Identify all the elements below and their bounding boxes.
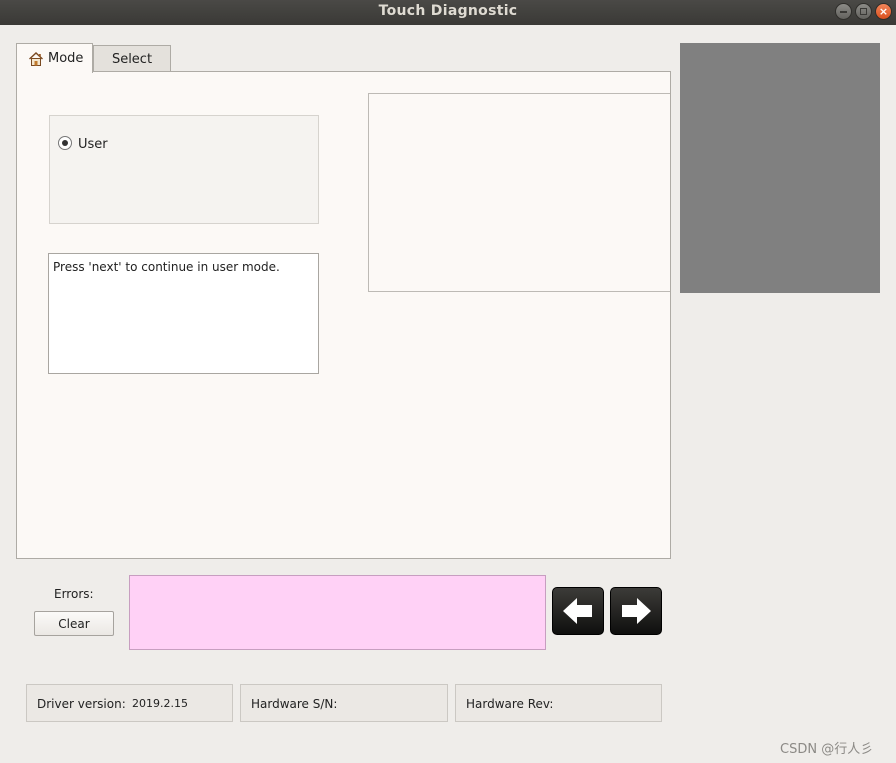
window-title: Touch Diagnostic — [378, 3, 518, 19]
back-button[interactable] — [552, 587, 604, 635]
radio-selected-dot — [62, 140, 68, 146]
arrow-left-icon — [563, 598, 592, 624]
hardware-rev-label: Hardware Rev: — [466, 697, 554, 711]
arrow-right-icon — [622, 598, 651, 624]
maximize-button[interactable] — [855, 3, 872, 20]
hardware-rev-box: Hardware Rev: — [455, 684, 662, 722]
clear-button[interactable]: Clear — [34, 611, 114, 636]
minimize-button[interactable] — [835, 3, 852, 20]
next-button[interactable] — [610, 587, 662, 635]
close-button[interactable]: × — [875, 3, 892, 20]
minimize-icon — [836, 4, 851, 19]
user-radio-label[interactable]: User — [78, 137, 108, 152]
driver-version-value: 2019.2.15 — [132, 697, 188, 710]
hardware-sn-label: Hardware S/N: — [251, 697, 338, 711]
tab-select-label: Select — [111, 51, 153, 67]
house-icon — [29, 51, 43, 66]
maximize-icon — [856, 4, 871, 19]
tab-mode[interactable]: Mode — [16, 43, 93, 73]
user-radio[interactable] — [58, 136, 72, 150]
info-text: Press 'next' to continue in user mode. — [53, 260, 280, 274]
tab-select[interactable]: Select — [93, 45, 171, 72]
driver-version-label: Driver version: — [37, 697, 126, 711]
window-titlebar[interactable]: Touch Diagnostic × — [0, 0, 896, 25]
touch-preview-area — [680, 43, 880, 293]
watermark: CSDN @行人彡 — [780, 742, 874, 757]
errors-label: Errors: — [54, 587, 94, 601]
mode-group-box — [49, 115, 319, 224]
errors-display — [129, 575, 546, 650]
tab-mode-label: Mode — [48, 51, 84, 66]
hardware-sn-box: Hardware S/N: — [240, 684, 448, 722]
driver-version-box: Driver version: 2019.2.15 — [26, 684, 233, 722]
close-icon: × — [878, 5, 889, 18]
preview-frame — [368, 93, 670, 292]
